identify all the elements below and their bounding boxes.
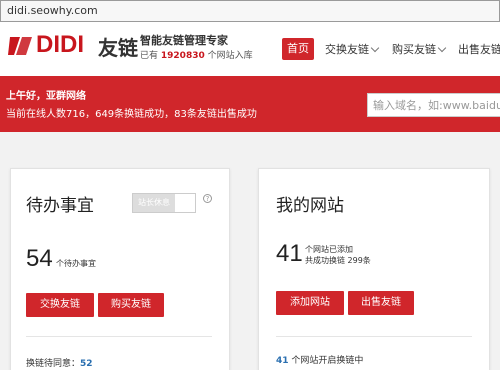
greeting-text: 上午好，亚群网络 (6, 91, 86, 102)
slogan: 智能友链管理专家 (140, 34, 228, 47)
add-site-button[interactable]: 添加网站 (276, 291, 344, 315)
sell-link-button[interactable]: 出售友链 (348, 291, 414, 315)
my-sites-title: 我的网站 (276, 196, 344, 216)
online-status: 当前在线人数716，649条换链成功，83条友链出售成功 (6, 109, 257, 120)
sites-count: 41 (276, 240, 303, 267)
chevron-down-icon (437, 43, 447, 53)
site-count: 1920830 (160, 51, 205, 61)
rest-toggle-label: 站长休息 (133, 194, 175, 212)
chevron-down-icon (370, 43, 380, 53)
sites-exchanging-count: 41 (276, 356, 289, 366)
exchange-link-button[interactable]: 交换友链 (26, 293, 94, 317)
pending-exchange[interactable]: 换链待同意：52 (26, 356, 93, 369)
buy-link-button[interactable]: 购买友链 (98, 293, 164, 317)
todo-count-label: 个待办事宜 (56, 259, 96, 268)
site-header: DIDI 友链 智能友链管理专家 已有 1920830 个网站入库 首页 交换友… (0, 22, 500, 76)
logo-text[interactable]: DIDI (36, 31, 84, 59)
sites-added-label: 个网站已添加 (305, 245, 353, 254)
logo-cn[interactable]: 友链 (98, 32, 138, 61)
todo-count: 54 (26, 245, 53, 272)
logo-mark-icon (8, 37, 32, 55)
address-bar[interactable]: didi.seowhy.com (0, 0, 500, 22)
my-sites-divider (276, 336, 472, 337)
nav-sell[interactable]: 出售友链 (458, 41, 500, 57)
nav-home[interactable]: 首页 (282, 38, 314, 60)
domain-search-input[interactable] (367, 93, 500, 117)
sites-exchanging[interactable]: 41 个网站开启换链中 (276, 353, 363, 366)
todo-divider (26, 336, 212, 337)
help-icon[interactable]: ? (203, 194, 212, 203)
site-stats: 已有 1920830 个网站入库 (140, 51, 253, 61)
nav-exchange[interactable]: 交换友链 (325, 41, 380, 57)
pending-exchange-count: 52 (80, 359, 93, 369)
todo-title: 待办事宜 (26, 196, 94, 216)
nav-buy[interactable]: 购买友链 (392, 41, 447, 57)
sites-exchange-total: 共成功换链 299条 (305, 256, 371, 265)
rest-toggle[interactable]: 站长休息 (132, 193, 196, 213)
address-bar-url: didi.seowhy.com (7, 4, 98, 17)
